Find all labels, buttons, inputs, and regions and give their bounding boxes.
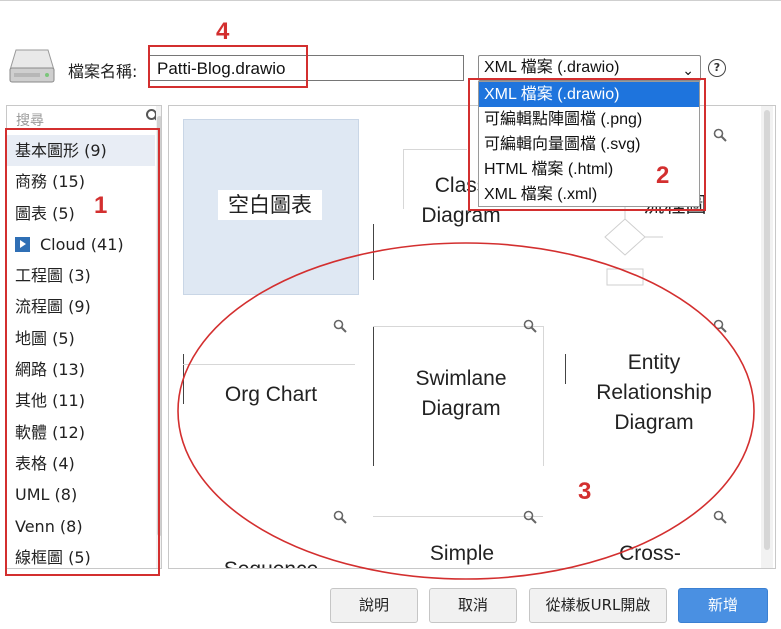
- open-from-url-button[interactable]: 從樣板URL開啟: [529, 588, 667, 623]
- annotation-number: 3: [578, 478, 592, 505]
- create-button[interactable]: 新增: [678, 588, 768, 623]
- help-icon[interactable]: ?: [708, 59, 726, 77]
- filename-label: 檔案名稱:: [68, 62, 138, 81]
- template-scrollbar-thumb[interactable]: [764, 110, 770, 550]
- annotation-number: 2: [656, 162, 670, 189]
- help-button[interactable]: 說明: [330, 588, 418, 623]
- format-select-value: XML 檔案 (.drawio): [484, 59, 620, 76]
- dialog-top-border: [0, 0, 781, 5]
- annotation-number: 1: [94, 192, 108, 219]
- annotation-box-categories: [5, 128, 160, 576]
- annotation-number: 4: [216, 18, 230, 45]
- cancel-button[interactable]: 取消: [429, 588, 517, 623]
- template-scrollbar[interactable]: [761, 106, 773, 568]
- thumbnail-line: [403, 149, 467, 150]
- search-input[interactable]: 搜尋: [16, 110, 44, 130]
- thumbnail-line: [403, 149, 404, 209]
- format-option[interactable]: XML 檔案 (.drawio): [479, 82, 699, 107]
- annotation-ellipse: [177, 242, 755, 580]
- format-option[interactable]: 可編輯點陣圖檔 (.png): [479, 107, 699, 132]
- template-label: 空白圖表: [218, 190, 322, 220]
- hard-drive-icon: [9, 49, 55, 83]
- annotation-box-filename: [148, 45, 308, 88]
- zoom-preview-icon[interactable]: [713, 128, 727, 142]
- format-option[interactable]: 可編輯向量圖檔 (.svg): [479, 132, 699, 157]
